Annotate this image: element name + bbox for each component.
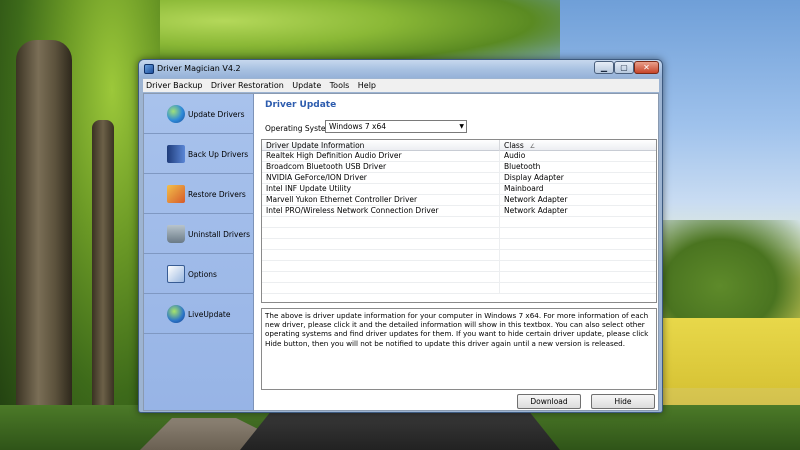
os-select[interactable]: Windows 7 x64 ▼ (325, 120, 467, 133)
driver-table: Driver Update Information Class ∠ Realtek… (261, 139, 657, 303)
cell-empty (262, 250, 500, 260)
cell-info: Marvell Yukon Ethernet Controller Driver (262, 195, 500, 205)
download-button[interactable]: Download (517, 394, 581, 409)
cell-empty (262, 228, 500, 238)
restore-icon (167, 185, 185, 203)
sort-icon: ∠ (529, 143, 536, 150)
cell-info: Broadcom Bluetooth USB Driver (262, 162, 500, 172)
wallpaper-field (640, 318, 800, 388)
sidebar-item-uninstall-drivers[interactable]: Uninstall Drivers (144, 214, 254, 254)
sidebar-item-restore-drivers[interactable]: Restore Drivers (144, 174, 254, 214)
sidebar-item-label: Back Up Drivers (188, 150, 249, 159)
cell-class: Network Adapter (504, 195, 568, 204)
cell-info: Intel PRO/Wireless Network Connection Dr… (262, 206, 500, 216)
sidebar: Update Drivers Back Up Drivers Restore D… (144, 94, 254, 410)
main-panel: Driver Update Operating System: Windows … (255, 94, 658, 410)
cell-class: Network Adapter (504, 206, 568, 215)
menu-bar: Driver Backup Driver Restoration Update … (143, 79, 659, 92)
wallpaper-road (240, 410, 560, 450)
table-row-empty (262, 217, 656, 228)
cell-empty (262, 261, 500, 271)
sidebar-item-liveupdate[interactable]: LiveUpdate (144, 294, 254, 334)
close-button[interactable]: ✕ (634, 61, 659, 74)
cell-empty (262, 272, 500, 282)
sidebar-item-label: Update Drivers (188, 110, 245, 119)
table-row[interactable]: Marvell Yukon Ethernet Controller Driver… (262, 195, 656, 206)
description-textbox[interactable]: The above is driver update information f… (261, 308, 657, 390)
table-row-empty (262, 228, 656, 239)
cell-empty (262, 239, 500, 249)
column-header-info-label: Driver Update Information (266, 141, 365, 150)
table-row[interactable]: Broadcom Bluetooth USB Driver Bluetooth (262, 162, 656, 173)
minimize-button[interactable]: ▁ (594, 61, 614, 74)
sidebar-item-label: Options (188, 270, 217, 279)
backup-book-icon (167, 145, 185, 163)
wallpaper-treeline (640, 220, 800, 330)
table-row-empty (262, 283, 656, 294)
page-title: Driver Update (265, 100, 337, 110)
cell-info: Intel INF Update Utility (262, 184, 500, 194)
globe-liveupdate-icon (167, 305, 185, 323)
options-icon (167, 265, 185, 283)
cell-class: Display Adapter (504, 173, 564, 182)
cell-empty (262, 283, 500, 293)
sidebar-item-label: Restore Drivers (188, 190, 246, 199)
table-row[interactable]: Realtek High Definition Audio Driver Aud… (262, 151, 656, 162)
cell-class: Bluetooth (504, 162, 541, 171)
table-row-empty (262, 250, 656, 261)
hide-button[interactable]: Hide (591, 394, 655, 409)
sidebar-item-update-drivers[interactable]: Update Drivers (144, 94, 254, 134)
sidebar-item-options[interactable]: Options (144, 254, 254, 294)
table-row[interactable]: Intel PRO/Wireless Network Connection Dr… (262, 206, 656, 217)
recycle-bin-icon (167, 225, 185, 243)
table-row-empty (262, 272, 656, 283)
table-row-empty (262, 239, 656, 250)
column-header-class-label: Class (504, 141, 524, 150)
maximize-button[interactable]: ▢ (614, 61, 634, 74)
table-header: Driver Update Information Class ∠ (262, 140, 656, 151)
table-row-empty (262, 261, 656, 272)
sidebar-item-label: Uninstall Drivers (188, 230, 251, 239)
cell-info: NVIDIA GeForce/ION Driver (262, 173, 500, 183)
menu-driver-restoration[interactable]: Driver Restoration (208, 79, 287, 92)
app-icon (144, 64, 154, 74)
cell-info: Realtek High Definition Audio Driver (262, 151, 500, 161)
table-row[interactable]: Intel INF Update Utility Mainboard (262, 184, 656, 195)
chevron-down-icon[interactable]: ▼ (459, 123, 464, 130)
title-bar[interactable]: Driver Magician V4.2 ▁ ▢ ✕ (139, 60, 662, 78)
column-header-info[interactable]: Driver Update Information (262, 140, 500, 151)
wallpaper-trunk (16, 40, 72, 450)
cell-class: Audio (504, 151, 526, 160)
client-area: Update Drivers Back Up Drivers Restore D… (143, 93, 659, 411)
app-window: Driver Magician V4.2 ▁ ▢ ✕ Driver Backup… (138, 59, 663, 413)
menu-tools[interactable]: Tools (327, 79, 353, 92)
sidebar-item-label: LiveUpdate (188, 310, 231, 319)
table-row[interactable]: NVIDIA GeForce/ION Driver Display Adapte… (262, 173, 656, 184)
wallpaper-trunk-2 (92, 120, 114, 450)
sidebar-item-back-up-drivers[interactable]: Back Up Drivers (144, 134, 254, 174)
menu-help[interactable]: Help (355, 79, 379, 92)
globe-update-icon (167, 105, 185, 123)
menu-driver-backup[interactable]: Driver Backup (143, 79, 205, 92)
os-select-value: Windows 7 x64 (329, 122, 387, 131)
cell-empty (262, 217, 500, 227)
cell-class: Mainboard (504, 184, 544, 193)
window-title: Driver Magician V4.2 (157, 64, 241, 73)
menu-update[interactable]: Update (289, 79, 324, 92)
